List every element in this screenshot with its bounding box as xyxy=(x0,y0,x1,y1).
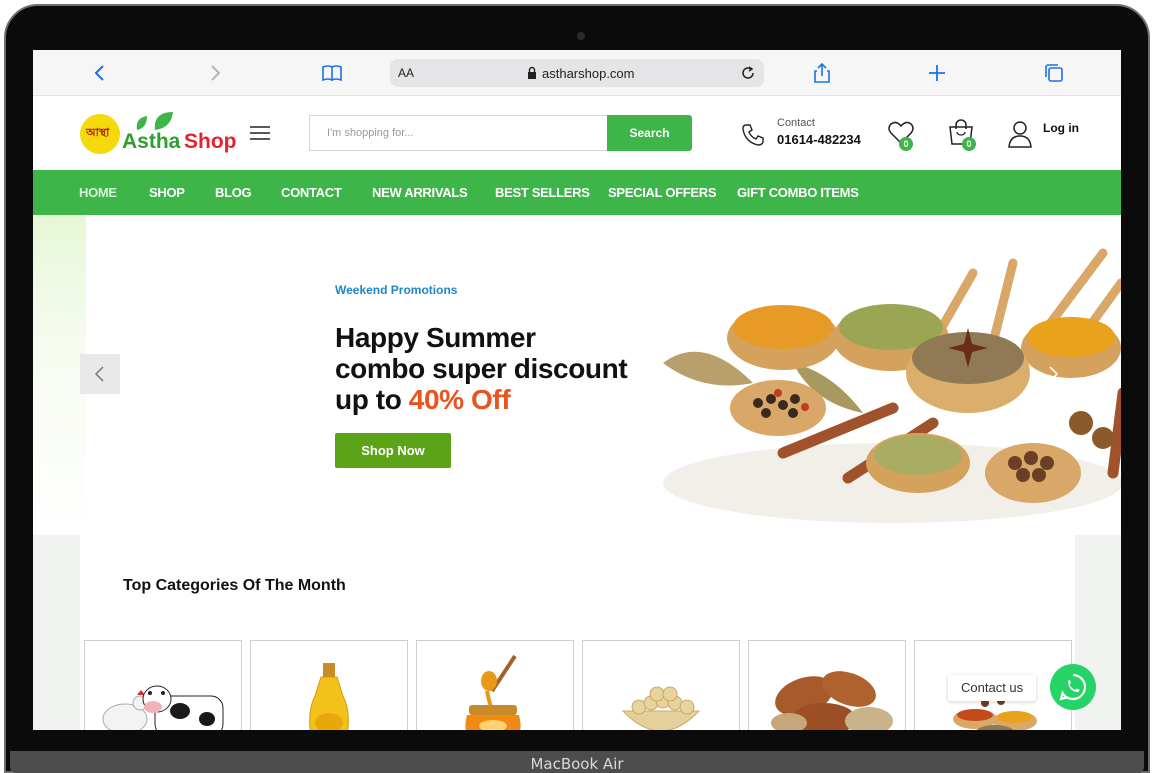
tabs-overview-icon[interactable] xyxy=(1043,62,1065,84)
hero-title: Happy Summer combo super discount up to … xyxy=(335,322,628,415)
category-card[interactable] xyxy=(748,640,906,730)
new-tab-icon[interactable] xyxy=(926,62,948,84)
logo-emblem-text: আস্থা xyxy=(86,127,110,139)
nuts-icon xyxy=(771,671,893,730)
category-card[interactable] xyxy=(84,640,242,730)
camera-dot xyxy=(577,32,585,40)
chevron-left-icon xyxy=(94,366,104,382)
contact-number[interactable]: 01614-482234 xyxy=(777,132,861,147)
nav-contact[interactable]: CONTACT xyxy=(281,185,342,200)
address-bar[interactable]: AA astharshop.com xyxy=(390,59,764,87)
hero-eyebrow: Weekend Promotions xyxy=(335,283,458,297)
whatsapp-button[interactable] xyxy=(1050,664,1096,710)
device-label: MacBook Air xyxy=(530,755,624,773)
user-icon[interactable] xyxy=(1007,120,1033,148)
nav-home[interactable]: HOME xyxy=(79,185,117,200)
logo-text-astha[interactable]: Astha xyxy=(122,130,180,154)
bookmarks-icon[interactable] xyxy=(321,62,343,84)
nav-new-arrivals[interactable]: NEW ARRIVALS xyxy=(372,185,468,200)
logo-text-shop[interactable]: Shop xyxy=(184,130,237,154)
slider-next-button[interactable] xyxy=(1033,354,1073,394)
hero-title-line2: combo super discount xyxy=(335,353,628,384)
slider-prev-button[interactable] xyxy=(80,354,120,394)
menu-icon[interactable] xyxy=(250,125,270,141)
hero-title-line3: up to 40% Off xyxy=(335,384,627,415)
browser-screen: AA astharshop.com আস্থা Astha Shop I'm s… xyxy=(33,50,1121,730)
category-card[interactable] xyxy=(582,640,740,730)
url-text[interactable]: astharshop.com xyxy=(542,66,635,81)
hero-slider: Weekend Promotions Happy Summer combo su… xyxy=(33,215,1121,535)
browser-toolbar: AA astharshop.com xyxy=(33,50,1121,96)
nav-gift-combo-items[interactable]: GIFT COMBO ITEMS xyxy=(737,185,859,200)
phone-icon xyxy=(742,124,764,146)
main-navigation: HOME SHOP BLOG CONTACT NEW ARRIVALS BEST… xyxy=(33,170,1121,215)
reload-icon[interactable] xyxy=(739,64,757,82)
categories-title: Top Categories Of The Month xyxy=(123,577,346,594)
wishlist-count-badge: 0 xyxy=(899,137,913,151)
oil-bottle-icon xyxy=(309,663,349,730)
nav-shop[interactable]: SHOP xyxy=(149,185,185,200)
search-button[interactable]: Search xyxy=(607,115,692,151)
site-header: আস্থা Astha Shop I'm shopping for... Sea… xyxy=(33,96,1121,170)
forward-icon[interactable] xyxy=(204,62,226,84)
share-icon[interactable] xyxy=(811,62,833,84)
chevron-right-icon xyxy=(1049,366,1059,382)
hero-title-prefix: up to xyxy=(335,384,409,415)
nav-special-offers[interactable]: SPECIAL OFFERS xyxy=(608,185,717,200)
category-card[interactable] xyxy=(416,640,574,730)
laptop-base: MacBook Air xyxy=(10,751,1144,773)
contact-label: Contact xyxy=(777,117,815,129)
lock-icon xyxy=(528,66,536,79)
search-input[interactable]: I'm shopping for... xyxy=(309,115,607,151)
whatsapp-icon xyxy=(1059,673,1087,701)
cart-count-badge: 0 xyxy=(962,137,976,151)
text-size-button[interactable]: AA xyxy=(398,66,414,80)
shop-now-button[interactable]: Shop Now xyxy=(335,433,451,468)
leaf-icon xyxy=(136,112,173,130)
legumes-bowl-icon xyxy=(621,686,701,730)
login-link[interactable]: Log in xyxy=(1043,121,1079,135)
hero-title-line1: Happy Summer xyxy=(335,322,536,353)
previous-slide-peek xyxy=(33,215,86,535)
honey-jar-icon xyxy=(465,654,521,730)
hero-discount-highlight: 40% Off xyxy=(408,384,511,415)
nav-blog[interactable]: BLOG xyxy=(215,185,252,200)
livestock-icon xyxy=(102,685,224,730)
logo-emblem[interactable]: আস্থা xyxy=(80,114,120,154)
category-card[interactable] xyxy=(250,640,408,730)
contact-us-label[interactable]: Contact us xyxy=(948,675,1037,701)
nav-best-sellers[interactable]: BEST SELLERS xyxy=(495,185,590,200)
back-icon[interactable] xyxy=(89,62,111,84)
